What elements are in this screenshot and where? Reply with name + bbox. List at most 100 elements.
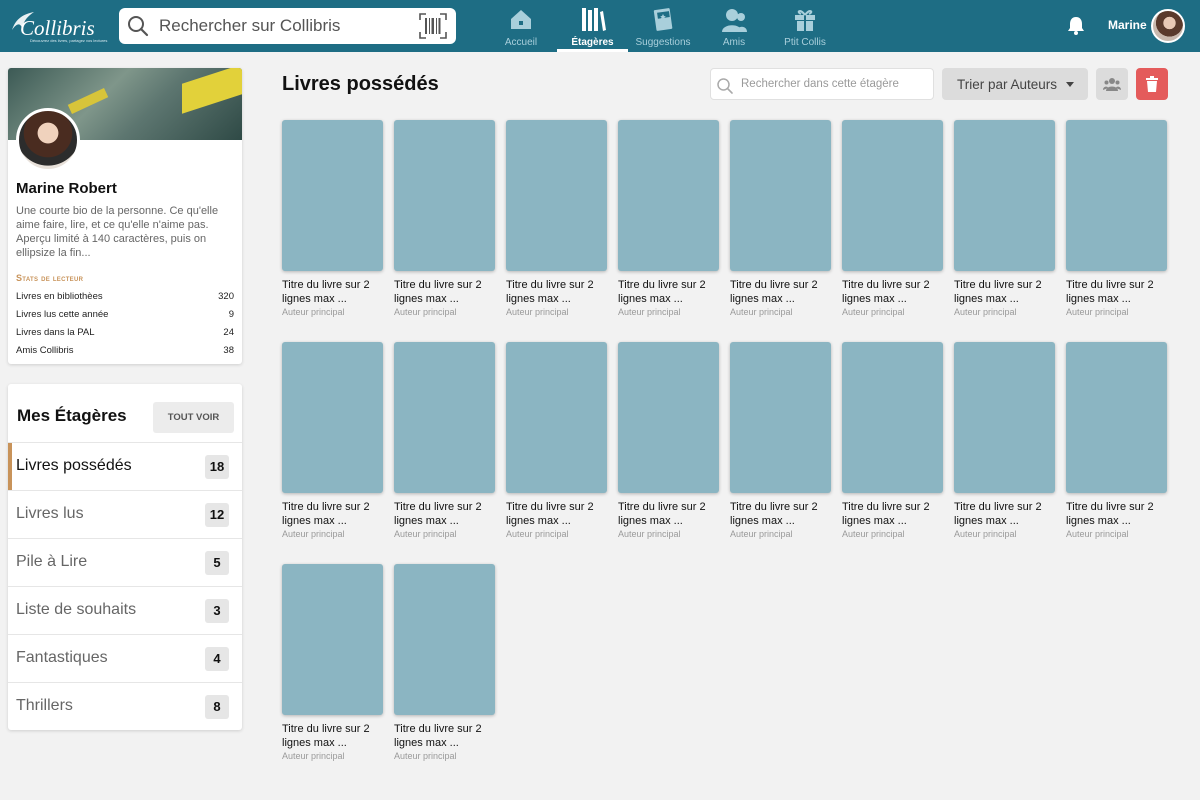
chevron-down-icon <box>1066 82 1074 87</box>
shelf-search-input[interactable] <box>741 69 929 99</box>
book-cover[interactable] <box>842 342 943 493</box>
user-avatar[interactable] <box>1151 9 1185 43</box>
book-author[interactable]: Auteur principal <box>730 529 793 539</box>
book-author[interactable]: Auteur principal <box>394 529 457 539</box>
book-cover[interactable] <box>730 342 831 493</box>
book-card[interactable]: Titre du livre sur 2 lignes max ... Auteu… <box>1066 342 1167 547</box>
book-author[interactable]: Auteur principal <box>394 751 457 761</box>
book-cover[interactable] <box>1066 342 1167 493</box>
book-title[interactable]: Titre du livre sur 2 lignes max ... <box>954 278 1055 306</box>
book-title[interactable]: Titre du livre sur 2 lignes max ... <box>730 278 831 306</box>
book-cover[interactable] <box>954 120 1055 271</box>
book-title[interactable]: Titre du livre sur 2 lignes max ... <box>842 500 943 528</box>
book-author[interactable]: Auteur principal <box>954 307 1017 317</box>
nav-accueil[interactable]: Accueil <box>493 0 549 52</box>
home-icon <box>511 10 531 29</box>
book-cover[interactable] <box>506 120 607 271</box>
shelf-item-livres-lus[interactable]: Livres lus 12 <box>8 490 242 538</box>
delete-shelf-button[interactable] <box>1136 68 1168 100</box>
book-card[interactable]: Titre du livre sur 2 lignes max ... Auteu… <box>506 120 607 325</box>
book-card[interactable]: Titre du livre sur 2 lignes max ... Auteu… <box>730 342 831 547</box>
book-cover[interactable] <box>506 342 607 493</box>
book-author[interactable]: Auteur principal <box>282 751 345 761</box>
book-title[interactable]: Titre du livre sur 2 lignes max ... <box>394 278 495 306</box>
book-cover[interactable] <box>618 342 719 493</box>
book-title[interactable]: Titre du livre sur 2 lignes max ... <box>506 500 607 528</box>
nav-etageres[interactable]: Étagères <box>557 0 628 52</box>
book-author[interactable]: Auteur principal <box>1066 307 1129 317</box>
shelf-item-liste-de-souhaits[interactable]: Liste de souhaits 3 <box>8 586 242 634</box>
global-search-box[interactable] <box>119 8 456 44</box>
see-all-shelves-button[interactable]: TOUT VOIR <box>153 402 234 433</box>
nav-suggestions[interactable]: Suggestions <box>632 0 694 52</box>
book-author[interactable]: Auteur principal <box>1066 529 1129 539</box>
shelf-item-fantastiques[interactable]: Fantastiques 4 <box>8 634 242 682</box>
book-card[interactable]: Titre du livre sur 2 lignes max ... Auteu… <box>618 120 719 325</box>
book-card[interactable]: Titre du livre sur 2 lignes max ... Auteu… <box>282 342 383 547</box>
book-title[interactable]: Titre du livre sur 2 lignes max ... <box>394 722 495 750</box>
book-author[interactable]: Auteur principal <box>730 307 793 317</box>
book-title[interactable]: Titre du livre sur 2 lignes max ... <box>618 278 719 306</box>
book-card[interactable]: Titre du livre sur 2 lignes max ... Auteu… <box>842 120 943 325</box>
book-cover[interactable] <box>618 120 719 271</box>
book-title[interactable]: Titre du livre sur 2 lignes max ... <box>282 278 383 306</box>
profile-avatar[interactable] <box>16 108 80 172</box>
book-author[interactable]: Auteur principal <box>618 529 681 539</box>
nav-amis[interactable]: Amis <box>710 0 758 52</box>
book-author[interactable]: Auteur principal <box>842 529 905 539</box>
global-search-input[interactable] <box>159 8 409 44</box>
book-title[interactable]: Titre du livre sur 2 lignes max ... <box>282 500 383 528</box>
shelf-item-thrillers[interactable]: Thrillers 8 <box>8 682 242 730</box>
user-menu-name[interactable]: Marine <box>1108 18 1147 32</box>
book-cover[interactable] <box>282 342 383 493</box>
shelf-search-box[interactable] <box>710 68 934 100</box>
book-cover[interactable] <box>282 564 383 715</box>
book-title[interactable]: Titre du livre sur 2 lignes max ... <box>1066 278 1167 306</box>
book-card[interactable]: Titre du livre sur 2 lignes max ... Auteu… <box>954 120 1055 325</box>
book-card[interactable]: Titre du livre sur 2 lignes max ... Auteu… <box>394 120 495 325</box>
book-title[interactable]: Titre du livre sur 2 lignes max ... <box>730 500 831 528</box>
book-title[interactable]: Titre du livre sur 2 lignes max ... <box>394 500 495 528</box>
book-cover[interactable] <box>954 342 1055 493</box>
book-cover[interactable] <box>842 120 943 271</box>
book-author[interactable]: Auteur principal <box>506 307 569 317</box>
nav-ptit-collis[interactable]: Ptit Collis <box>779 0 831 52</box>
book-cover[interactable] <box>730 120 831 271</box>
book-cover[interactable] <box>282 120 383 271</box>
book-author[interactable]: Auteur principal <box>506 529 569 539</box>
book-title[interactable]: Titre du livre sur 2 lignes max ... <box>954 500 1055 528</box>
collibris-logo[interactable]: Collibris Découvrez des livres, partagez… <box>8 8 107 44</box>
book-title[interactable]: Titre du livre sur 2 lignes max ... <box>842 278 943 306</box>
book-author[interactable]: Auteur principal <box>618 307 681 317</box>
book-title[interactable]: Titre du livre sur 2 lignes max ... <box>282 722 383 750</box>
book-cover[interactable] <box>1066 120 1167 271</box>
share-shelf-button[interactable] <box>1096 68 1128 100</box>
book-card[interactable]: Titre du livre sur 2 lignes max ... Auteu… <box>954 342 1055 547</box>
book-author[interactable]: Auteur principal <box>394 307 457 317</box>
book-cover[interactable] <box>394 564 495 715</box>
book-author[interactable]: Auteur principal <box>282 307 345 317</box>
book-title[interactable]: Titre du livre sur 2 lignes max ... <box>618 500 719 528</box>
barcode-scan-icon[interactable] <box>419 13 447 39</box>
book-card[interactable]: Titre du livre sur 2 lignes max ... Auteu… <box>282 120 383 325</box>
book-author[interactable]: Auteur principal <box>282 529 345 539</box>
book-card[interactable]: Titre du livre sur 2 lignes max ... Auteu… <box>506 342 607 547</box>
book-title[interactable]: Titre du livre sur 2 lignes max ... <box>1066 500 1167 528</box>
book-cover[interactable] <box>394 342 495 493</box>
notification-bell-icon[interactable] <box>1066 15 1086 35</box>
book-card[interactable]: Titre du livre sur 2 lignes max ... Auteu… <box>730 120 831 325</box>
shelf-item-pile-a-lire[interactable]: Pile à Lire 5 <box>8 538 242 586</box>
sort-dropdown-button[interactable]: Trier par Auteurs <box>942 68 1088 100</box>
book-card[interactable]: Titre du livre sur 2 lignes max ... Auteu… <box>842 342 943 547</box>
book-author[interactable]: Auteur principal <box>842 307 905 317</box>
book-card[interactable]: Titre du livre sur 2 lignes max ... Auteu… <box>282 564 383 769</box>
book-card[interactable]: Titre du livre sur 2 lignes max ... Auteu… <box>618 342 719 547</box>
book-title[interactable]: Titre du livre sur 2 lignes max ... <box>506 278 607 306</box>
book-card[interactable]: Titre du livre sur 2 lignes max ... Auteu… <box>394 342 495 547</box>
book-card[interactable]: Titre du livre sur 2 lignes max ... Auteu… <box>1066 120 1167 325</box>
book-cover[interactable] <box>394 120 495 271</box>
book-card[interactable]: Titre du livre sur 2 lignes max ... Auteu… <box>394 564 495 769</box>
profile-name[interactable]: Marine Robert <box>16 180 117 197</box>
book-author[interactable]: Auteur principal <box>954 529 1017 539</box>
shelf-item-livres-possedes[interactable]: Livres possédés 18 <box>8 442 242 490</box>
